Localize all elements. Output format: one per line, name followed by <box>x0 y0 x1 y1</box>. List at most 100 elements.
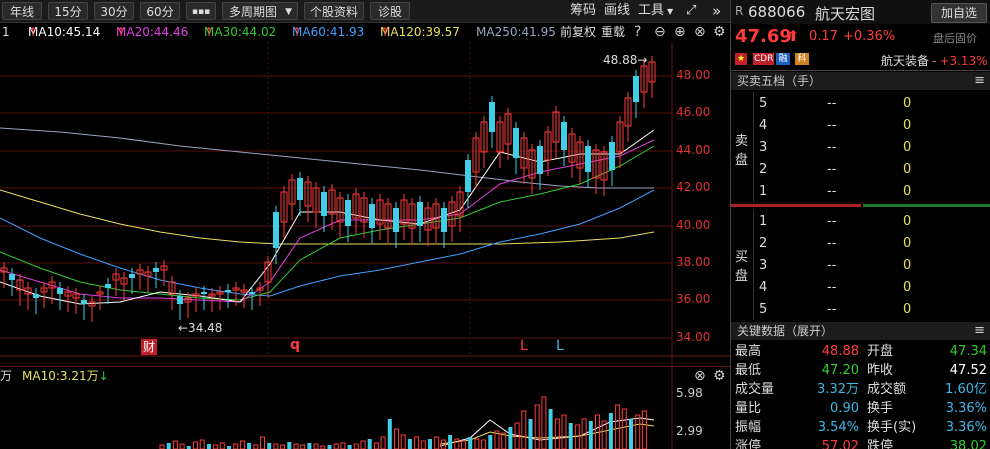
sell-row[interactable]: 2 -- 0 <box>731 160 990 180</box>
candle-body <box>129 274 135 278</box>
volume-bar <box>554 418 560 449</box>
sell-row[interactable]: 4 -- 0 <box>731 116 990 136</box>
kline-chart[interactable] <box>0 42 730 449</box>
keydata-table: 最高 48.88 开盘 47.34 最低 47.20 昨收 47.52 成交量 3.32万 成交额 1… <box>731 342 990 449</box>
candle-body <box>105 284 111 288</box>
level: 5 <box>759 302 768 317</box>
forward-adjust-button[interactable]: 前复权 <box>560 22 596 42</box>
l-event-marker[interactable]: L <box>520 338 528 354</box>
last-price: 47.69 <box>735 26 792 47</box>
expand-panel-button[interactable]: » <box>712 3 721 19</box>
volume-bar <box>394 428 399 449</box>
orderbook-header: 买卖五档（手） ≡ <box>731 72 990 90</box>
stock-code: 688066 <box>748 3 806 21</box>
buy-row[interactable]: 4 -- 0 <box>731 278 990 298</box>
sell-pressure-bar <box>731 204 861 207</box>
minus-icon[interactable]: ⊖ <box>654 22 666 42</box>
volume-bar <box>327 445 332 449</box>
volume-bar <box>380 436 386 449</box>
volume-bar <box>347 445 352 449</box>
ma-legend: 1 MA10:45.14 ↑ MA20:44.46 ↑ MA30:44.02 ↑ MA… <box>2 22 726 42</box>
add-watchlist-button[interactable]: 加自选 <box>931 3 987 23</box>
draw-line-button[interactable]: 画线 <box>604 3 630 19</box>
help-icon[interactable]: ? <box>634 22 641 42</box>
gear-icon[interactable]: ⚙ <box>713 367 726 385</box>
volume-bar <box>541 396 547 449</box>
volume-bar <box>199 439 205 449</box>
volume-bar <box>481 439 487 449</box>
quote-panel: R 688066 航天宏图 加自选 47.69 ⬆ 0.17 +0.36% 盘后… <box>730 0 990 449</box>
order-volume: 0 <box>903 236 912 251</box>
sell-row[interactable]: 1 -- 0 <box>731 182 990 202</box>
volume-bar <box>159 444 165 449</box>
after-hours-label: 盘后固价 <box>933 32 977 45</box>
gear-icon[interactable]: ⚙ <box>713 22 726 42</box>
stock-header: R 688066 航天宏图 加自选 <box>731 0 990 24</box>
order-price: -- <box>827 184 837 199</box>
chips-button[interactable]: 筹码 <box>570 3 596 19</box>
order-price: -- <box>827 280 837 295</box>
volume-axis-label: 5.98 <box>676 386 703 400</box>
buy-row[interactable]: 2 -- 0 <box>731 234 990 254</box>
company-info-button[interactable]: 个股资料 <box>304 2 364 20</box>
sector-link[interactable]: 航天装备 - +3.13% <box>881 52 988 69</box>
candle-body <box>273 212 279 248</box>
fullscreen-icon[interactable]: ⤢ <box>686 3 696 19</box>
period-30m-button[interactable]: 30分 <box>94 2 134 20</box>
buy-row[interactable]: 5 -- 0 <box>731 300 990 320</box>
price-grid <box>0 42 730 449</box>
keydata-label: 换手 <box>867 401 894 416</box>
keydata-value: 47.20 <box>821 363 859 378</box>
volume-bar <box>193 441 198 449</box>
keydata-title[interactable]: 关键数据（展开） <box>731 324 833 338</box>
buy-row[interactable]: 1 -- 0 <box>731 212 990 232</box>
volume-bar <box>615 404 621 449</box>
sell-row[interactable]: 5 -- 0 <box>731 94 990 114</box>
candlesticks <box>0 56 656 322</box>
order-price: -- <box>827 258 837 273</box>
candle-body <box>57 288 63 294</box>
candle-body <box>9 274 15 280</box>
keydata-value: 47.52 <box>949 363 987 378</box>
more-periods-button[interactable]: ▪▪▪ <box>186 2 216 20</box>
volume-legend: 万 MA10:3.21万↓ ⊗ ⚙ <box>0 366 730 385</box>
price-axis-label: 36.00 <box>676 292 711 306</box>
order-price: -- <box>827 236 837 251</box>
diagnose-button[interactable]: 诊股 <box>370 2 410 20</box>
l-event-marker[interactable]: L <box>556 338 564 354</box>
buy-row[interactable]: 3 -- 0 <box>731 256 990 276</box>
volume-bar <box>247 443 252 449</box>
close-icon[interactable]: ⊗ <box>694 22 706 42</box>
volume-bar <box>287 442 292 449</box>
period-60m-button[interactable]: 60分 <box>140 2 180 20</box>
menu-icon[interactable]: ≡ <box>974 322 985 340</box>
keydata-value: 1.60亿 <box>945 382 987 397</box>
keydata-header: 关键数据（展开） ≡ <box>731 322 990 340</box>
volume-bar <box>273 443 279 449</box>
keydata-label: 跌停 <box>867 439 894 449</box>
volume-bar <box>333 443 339 449</box>
ma20-line <box>0 139 655 303</box>
volume-bar <box>414 436 420 449</box>
badge-row: ★ CDR 融 科 航天装备 - +3.13% <box>731 50 990 71</box>
multi-period-dropdown[interactable]: 多周期图 ▼ <box>222 2 298 20</box>
overlay-button[interactable]: 重载 <box>601 22 625 42</box>
plus-icon[interactable]: ⊕ <box>674 22 686 42</box>
volume-bar <box>461 440 466 449</box>
volume-bar <box>568 423 573 449</box>
tools-button[interactable]: 工具 ▼ <box>638 3 673 20</box>
keydata-label: 成交额 <box>867 382 907 397</box>
keydata-label: 涨停 <box>735 439 762 449</box>
volume-bar <box>300 444 306 449</box>
menu-icon[interactable]: ≡ <box>974 72 985 90</box>
keydata-label: 换手(实) <box>867 420 917 435</box>
finance-event-marker[interactable]: 财 <box>141 339 157 355</box>
close-icon[interactable]: ⊗ <box>694 367 706 385</box>
q-event-marker[interactable]: q <box>290 337 300 353</box>
candle-body <box>81 300 87 304</box>
volume-bar <box>454 438 460 449</box>
period-year-button[interactable]: 年线 <box>2 2 42 20</box>
price-axis-label: 40.00 <box>676 218 711 232</box>
period-15m-button[interactable]: 15分 <box>48 2 88 20</box>
sell-row[interactable]: 3 -- 0 <box>731 138 990 158</box>
